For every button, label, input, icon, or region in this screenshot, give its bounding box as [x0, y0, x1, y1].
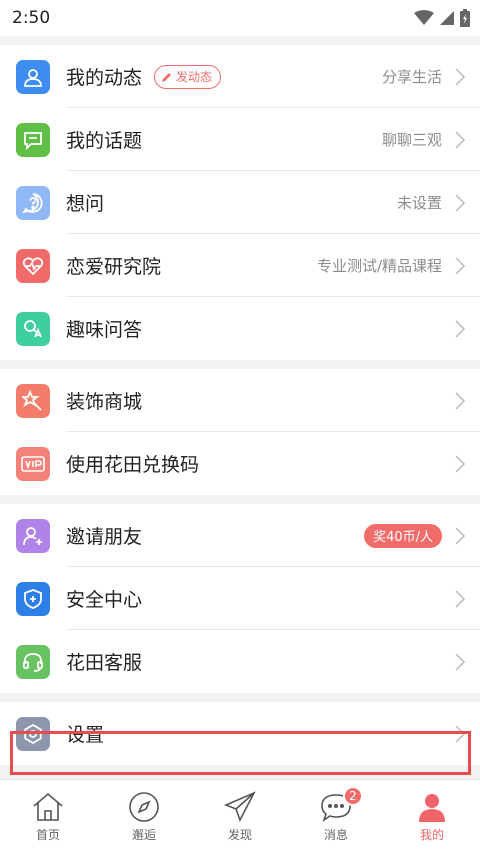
- menu-item-label: 趣味问答: [66, 319, 143, 341]
- menu-item-redeem-code[interactable]: 使用花田兑换码: [0, 432, 480, 495]
- menu-item-security-center[interactable]: 安全中心: [0, 567, 480, 630]
- chevron-right-icon: [455, 589, 466, 608]
- tab-profile[interactable]: 我的: [384, 780, 480, 853]
- status-bar: 2:50: [0, 0, 480, 36]
- menu-item-label: 安全中心: [66, 589, 143, 611]
- menu-item-label: 装饰商城: [66, 391, 143, 413]
- chevron-right-icon: [455, 67, 466, 86]
- tab-label: 邂逅: [131, 827, 156, 842]
- chevron-right-icon: [455, 193, 466, 212]
- chevron-right-icon: [455, 652, 466, 671]
- shield-icon: [16, 581, 50, 616]
- paper-plane-icon: [223, 790, 256, 822]
- add-person-icon: [16, 518, 50, 553]
- quiz-icon: [16, 311, 50, 346]
- tab-discover[interactable]: 发现: [192, 780, 288, 853]
- menu-item-label: 设置: [66, 724, 105, 746]
- menu-item-want-to-ask[interactable]: 想问 未设置: [0, 171, 480, 234]
- menu-item-customer-service[interactable]: 花田客服: [0, 630, 480, 693]
- menu-item-hint: 未设置: [396, 194, 442, 212]
- menu-item-invite-friends[interactable]: 邀请朋友 奖40币/人: [0, 504, 480, 567]
- tab-encounter[interactable]: 邂逅: [96, 780, 192, 853]
- chevron-right-icon: [455, 130, 466, 149]
- menu-item-label: 邀请朋友: [66, 526, 143, 548]
- compass-icon: [129, 791, 159, 822]
- bottom-tab-bar: 首页 邂逅 发现 2 消息 我的: [0, 779, 480, 853]
- chevron-right-icon: [455, 724, 466, 743]
- reward-badge: 奖40币/人: [364, 523, 442, 548]
- menu-item-label: 使用花田兑换码: [66, 454, 200, 476]
- tab-label: 我的: [419, 827, 444, 842]
- gear-icon: [16, 716, 50, 751]
- post-update-tag[interactable]: 发动态: [154, 64, 222, 89]
- battery-icon: [460, 9, 470, 27]
- tab-label: 首页: [35, 827, 60, 842]
- menu-group-social: 我的动态 发动态 分享生活 我的话题 聊聊三观 想问 未设置 恋爱研究院 专业测…: [0, 45, 480, 360]
- vip-icon: [16, 446, 50, 481]
- menu-item-label: 我的话题: [66, 130, 143, 152]
- person-icon: [16, 59, 50, 94]
- menu-group-settings: 设置: [0, 702, 480, 765]
- tab-messages[interactable]: 2 消息: [288, 780, 384, 853]
- menu-item-decoration-store[interactable]: 装饰商城: [0, 369, 480, 432]
- menu-item-hint: 专业测试/精品课程: [316, 257, 442, 275]
- menu-group-service: 邀请朋友 奖40币/人 安全中心 花田客服: [0, 504, 480, 693]
- post-update-tag-label: 发动态: [176, 70, 213, 84]
- menu-item-hint: 聊聊三观: [381, 131, 442, 149]
- headset-icon: [16, 644, 50, 679]
- menu-item-fun-quiz[interactable]: 趣味问答: [0, 297, 480, 360]
- status-time: 2:50: [12, 8, 51, 28]
- profile-icon: [419, 793, 445, 822]
- chevron-right-icon: [455, 526, 466, 545]
- tab-home[interactable]: 首页: [0, 780, 96, 853]
- heartbeat-icon: [16, 248, 50, 283]
- menu-item-hint: 分享生活: [381, 68, 442, 86]
- menu-item-my-topics[interactable]: 我的话题 聊聊三观: [0, 108, 480, 171]
- chevron-right-icon: [455, 319, 466, 338]
- star-wand-icon: [16, 383, 50, 418]
- wifi-icon: [414, 10, 434, 25]
- menu-item-label: 我的动态: [66, 67, 143, 89]
- tab-label: 发现: [227, 827, 252, 842]
- menu-item-settings[interactable]: 设置: [0, 702, 480, 765]
- menu-item-label: 恋爱研究院: [66, 256, 162, 278]
- message-count-badge: 2: [343, 786, 363, 806]
- signal-icon: [440, 11, 454, 25]
- chevron-right-icon: [455, 256, 466, 275]
- menu-group-shop: 装饰商城 使用花田兑换码: [0, 369, 480, 495]
- home-icon: [33, 792, 63, 821]
- chevron-right-icon: [455, 391, 466, 410]
- menu-item-label: 花田客服: [66, 652, 143, 674]
- question-icon: [16, 185, 50, 220]
- menu-item-my-posts[interactable]: 我的动态 发动态 分享生活: [0, 45, 480, 108]
- menu-item-love-institute[interactable]: 恋爱研究院 专业测试/精品课程: [0, 234, 480, 297]
- chevron-right-icon: [455, 454, 466, 473]
- menu-item-label: 想问: [66, 193, 105, 215]
- tab-label: 消息: [323, 827, 348, 842]
- chat-icon: [16, 122, 50, 157]
- pencil-icon: [162, 72, 172, 82]
- system-icons: [414, 9, 470, 27]
